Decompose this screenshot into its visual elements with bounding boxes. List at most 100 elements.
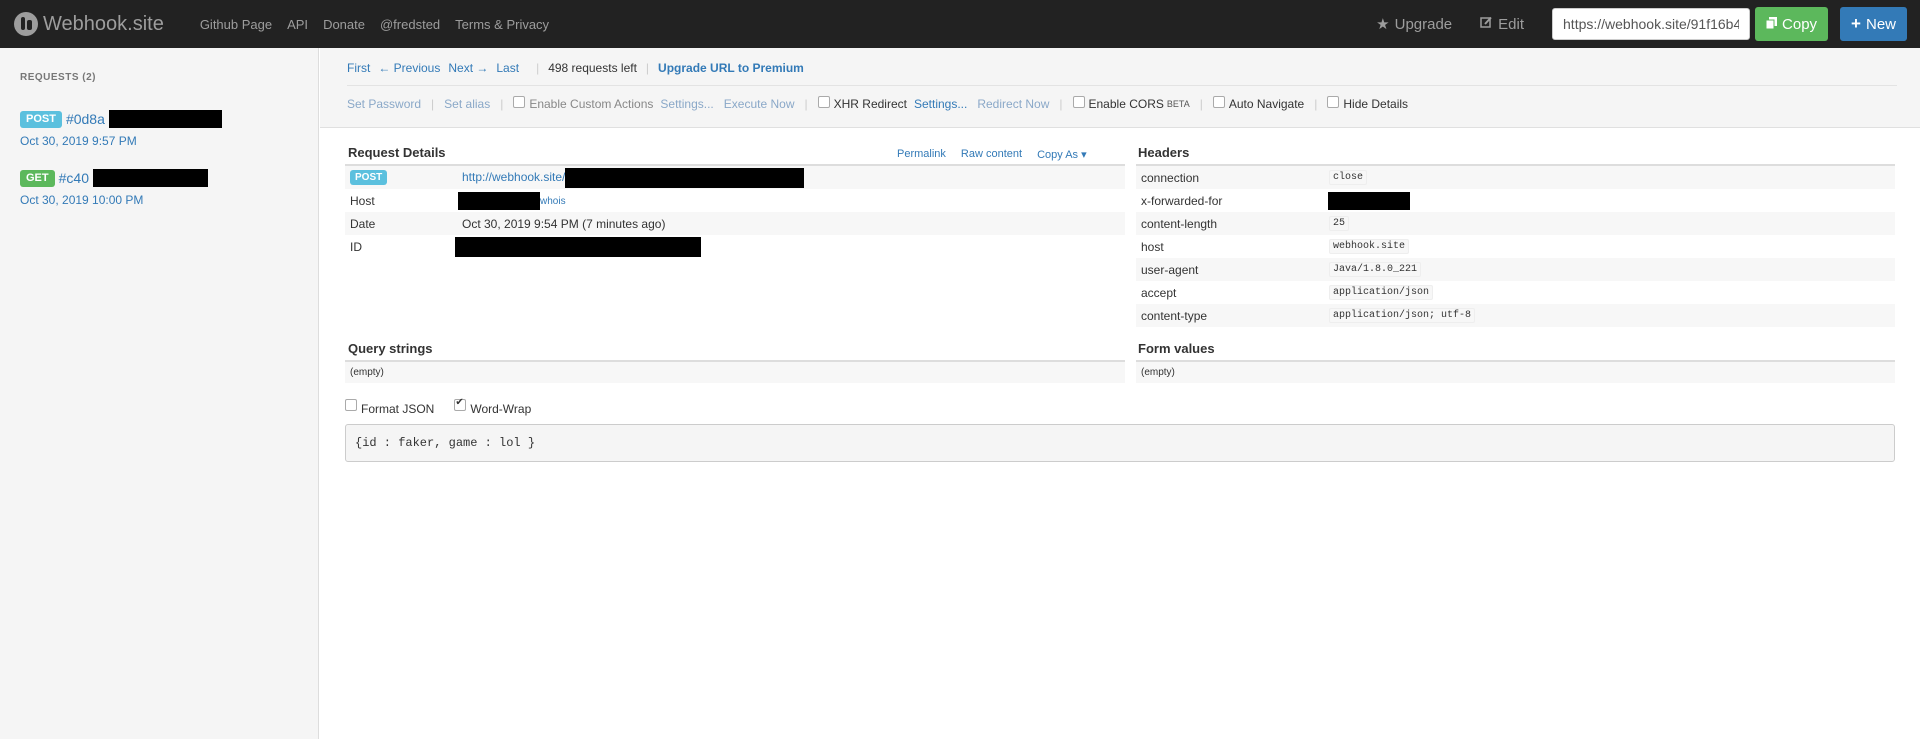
redirect-now-link[interactable]: Redirect Now <box>977 97 1049 111</box>
redacted-block <box>92 169 208 187</box>
webhook-url-input[interactable] <box>1552 8 1751 40</box>
format-json-checkbox[interactable] <box>345 399 357 411</box>
format-json-option[interactable]: Format JSON <box>345 399 434 416</box>
method-badge: GET <box>20 169 55 187</box>
auto-navigate-checkbox[interactable] <box>1212 96 1225 108</box>
set-password-link[interactable]: Set Password <box>347 97 421 111</box>
header-row: user-agent Java/1.8.0_221 <box>1136 258 1895 281</box>
request-actions: Permalink Raw content Copy As ▾ <box>897 148 1087 161</box>
cors-label: Enable CORS <box>1088 97 1164 111</box>
edit-icon <box>1480 16 1493 33</box>
edit-link[interactable]: Edit <box>1480 16 1524 33</box>
header-value: webhook.site <box>1329 239 1410 254</box>
header-key: x-forwarded-for <box>1141 193 1223 208</box>
request-url-wrap: http://webhook.site/ <box>462 167 805 188</box>
next-link[interactable]: Next → <box>448 61 488 75</box>
nav-link-terms[interactable]: Terms & Privacy <box>455 17 549 32</box>
beta-badge: BETA <box>1166 99 1190 109</box>
id-label: ID <box>350 239 362 254</box>
upgrade-premium-link[interactable]: Upgrade URL to Premium <box>658 61 804 75</box>
brand-name: Webhook.site <box>43 12 164 35</box>
request-item[interactable]: GET #c40 Oct 30, 2019 10:00 PM <box>20 169 208 207</box>
top-navbar: Webhook.site Github Page API Donate @fre… <box>0 0 1920 48</box>
header-key: content-type <box>1141 308 1208 323</box>
request-details-title: Request Details <box>348 145 446 160</box>
toolbar: First ← Previous Next → Last | 498 reque… <box>320 48 1920 128</box>
upgrade-label: Upgrade <box>1394 15 1453 33</box>
date-value: Oct 30, 2019 9:54 PM (7 minutes ago) <box>462 216 666 231</box>
set-alias-link[interactable]: Set alias <box>444 97 490 111</box>
custom-actions-label: Enable Custom Actions <box>529 97 654 111</box>
header-value: Java/1.8.0_221 <box>1329 262 1422 277</box>
form-values-title: Form values <box>1138 341 1215 356</box>
toolbar-divider <box>347 85 1897 86</box>
custom-actions-checkbox[interactable] <box>513 96 526 108</box>
query-strings-title: Query strings <box>348 341 433 356</box>
options-row: Set Password | Set alias | Enable Custom… <box>347 96 1409 111</box>
nav-link-api[interactable]: API <box>287 17 308 32</box>
first-link[interactable]: First <box>347 61 370 75</box>
new-button[interactable]: + New <box>1840 7 1907 41</box>
method-badge: POST <box>350 170 388 185</box>
requests-heading: REQUESTS (2) <box>20 72 97 83</box>
date-label: Date <box>350 216 376 231</box>
xhr-redirect-checkbox[interactable] <box>817 96 830 108</box>
request-item[interactable]: POST #0d8a Oct 30, 2019 9:57 PM <box>20 110 222 148</box>
previous-link[interactable]: ← Previous <box>378 61 440 75</box>
request-body[interactable]: {id : faker, game : lol } <box>345 424 1895 462</box>
nav-right: ★ Upgrade Edit Copy + New <box>1376 7 1907 41</box>
settings-link[interactable]: Settings... <box>660 97 713 111</box>
redacted-block <box>455 236 701 257</box>
nav-link-donate[interactable]: Donate <box>323 17 365 32</box>
redirect-settings-link[interactable]: Settings... <box>914 97 967 111</box>
request-date: Oct 30, 2019 10:00 PM <box>20 193 144 207</box>
host-label: Host <box>350 193 375 208</box>
header-key: user-agent <box>1141 262 1199 277</box>
raw-content-link[interactable]: Raw content <box>961 148 1022 161</box>
header-row: host webhook.site <box>1136 235 1895 258</box>
header-value: application/json <box>1329 285 1434 300</box>
header-row: x-forwarded-for <box>1136 189 1895 212</box>
nav-link-github[interactable]: Github Page <box>200 17 272 32</box>
requests-left: 498 requests left <box>548 61 637 75</box>
copy-icon <box>1765 16 1778 33</box>
last-link[interactable]: Last <box>496 61 519 75</box>
header-row: content-length 25 <box>1136 212 1895 235</box>
detail-row-host: Host whois <box>345 189 1125 212</box>
header-key: content-length <box>1141 216 1218 231</box>
host-value: whois <box>458 191 566 210</box>
brand[interactable]: Webhook.site <box>14 12 164 36</box>
request-id: #c40 <box>58 170 89 186</box>
copy-button[interactable]: Copy <box>1755 7 1829 41</box>
hide-details-label: Hide Details <box>1343 97 1409 111</box>
request-url-link[interactable]: http://webhook.site/ <box>462 170 565 184</box>
header-row: content-type application/json; utf-8 <box>1136 304 1895 327</box>
whois-link[interactable]: whois <box>540 196 566 207</box>
copy-as-label: Copy As <box>1037 149 1079 161</box>
divider: | <box>1199 97 1203 111</box>
redacted-block <box>458 191 540 210</box>
edit-label: Edit <box>1498 15 1525 33</box>
execute-now-link[interactable]: Execute Now <box>724 97 795 111</box>
header-value: close <box>1329 170 1368 185</box>
permalink-link[interactable]: Permalink <box>897 148 946 161</box>
cors-checkbox[interactable] <box>1072 96 1085 108</box>
divider: | <box>804 97 808 111</box>
method-badge: POST <box>20 110 62 128</box>
form-empty: (empty) <box>1141 367 1175 378</box>
xhr-redirect-label: XHR Redirect <box>833 97 907 111</box>
header-value: application/json; utf-8 <box>1329 308 1476 323</box>
word-wrap-checkbox[interactable] <box>454 397 467 411</box>
word-wrap-option[interactable]: Word-Wrap <box>454 397 531 416</box>
hide-details-checkbox[interactable] <box>1327 96 1340 108</box>
headers-title: Headers <box>1138 145 1190 160</box>
upgrade-link[interactable]: ★ Upgrade <box>1376 15 1453 34</box>
detail-row-id: ID <box>345 235 1125 258</box>
query-strings-row: (empty) <box>345 362 1125 383</box>
nav-link-fredsted[interactable]: @fredsted <box>380 17 440 32</box>
detail-row-url: POST http://webhook.site/ <box>345 166 1125 189</box>
copy-as-dropdown[interactable]: Copy As ▾ <box>1037 148 1087 161</box>
divider: | <box>536 61 540 75</box>
star-icon: ★ <box>1376 16 1390 33</box>
plus-icon: + <box>1851 14 1861 33</box>
